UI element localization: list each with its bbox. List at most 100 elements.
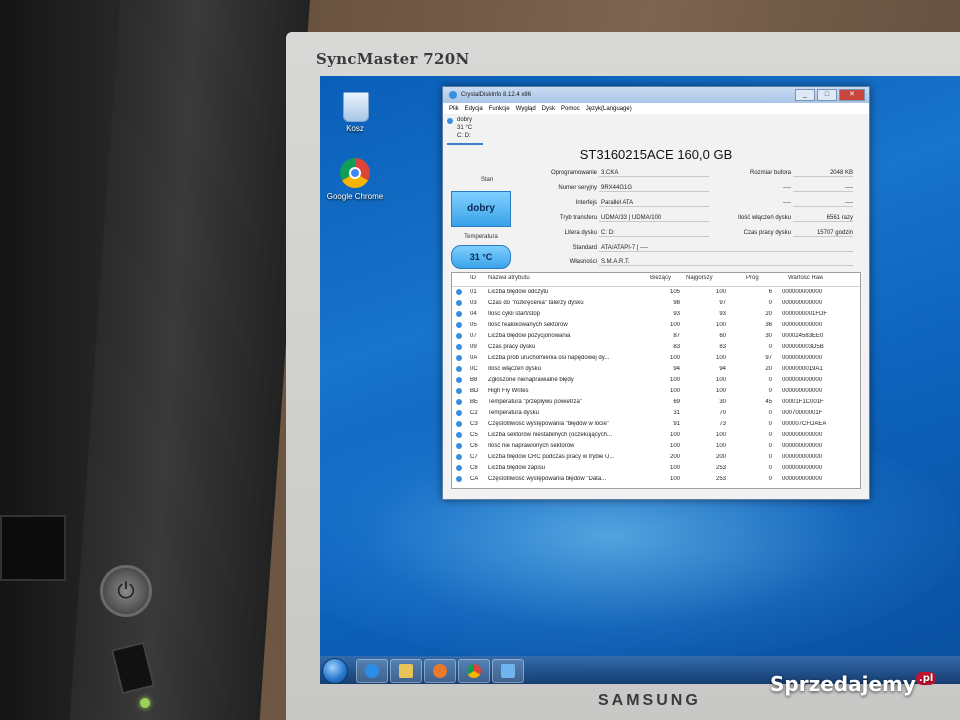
table-row[interactable]: 09 Czas pracy dysku 83 83 0 000000003D5B: [452, 342, 860, 353]
table-row[interactable]: C2 Temperatura dysku 31 70 0 00070000001F: [452, 408, 860, 419]
crystaldiskinfo-icon: [501, 664, 515, 678]
table-row[interactable]: 05 Ilość realokowanych sektorów 100 100 36 00…: [452, 320, 860, 331]
cell-worst: 200: [715, 454, 726, 460]
info-label: Własności: [569, 259, 597, 265]
table-row[interactable]: 04 Ilość cykli start/stop 93 93 20 0000000001…: [452, 309, 860, 320]
cell-id: B8: [470, 377, 478, 383]
menu-item-view[interactable]: Wygląd: [516, 106, 536, 112]
column-header-name[interactable]: Nazwa atrybutu: [488, 275, 530, 281]
cell-raw: 000000003D5B: [782, 344, 824, 350]
menu-item-edit[interactable]: Edycja: [465, 106, 483, 112]
cell-threshold: 20: [765, 366, 772, 372]
table-row[interactable]: C8 Liczba błędów zapisu 100 253 0 00000000000…: [452, 463, 860, 474]
menu-item-disk[interactable]: Dysk: [542, 106, 555, 112]
cell-raw: 000024583EE0: [782, 333, 824, 339]
table-row[interactable]: 07 Liczba błędów pozycjonowania 87 60 30 0000…: [452, 331, 860, 342]
cell-id: BE: [470, 399, 479, 405]
cell-raw: 000000000000: [782, 454, 823, 460]
minimize-button[interactable]: _: [795, 89, 815, 101]
health-dot-icon: [456, 476, 462, 482]
table-row[interactable]: C5 Liczba sektorów niestabilnych (oczekuj…: [452, 430, 860, 441]
taskbar-button-chrome[interactable]: [458, 659, 490, 683]
table-row[interactable]: 03 Czas do "rozkręcenia" talerzy dysku 98 9…: [452, 298, 860, 309]
table-row[interactable]: 01 Liczba błędów odczytu 105 100 6 0000000000…: [452, 287, 860, 298]
table-row[interactable]: 0C Ilość włączeń dysku 94 94 20 0000000019A1: [452, 364, 860, 375]
monitor-brand-label: SAMSUNG: [598, 692, 701, 709]
column-header-raw[interactable]: Wartość Raw: [788, 275, 823, 281]
desktop-icon-label: Google Chrome: [326, 192, 384, 201]
cell-id: CA: [470, 476, 479, 482]
cell-raw: 0000000019A1: [782, 366, 823, 372]
cell-worst: 83: [719, 344, 726, 350]
watermark: Sprzedajemy .pl: [770, 672, 937, 696]
column-header-worst[interactable]: Najgorszy: [686, 275, 713, 281]
taskbar-button-explorer[interactable]: [390, 659, 422, 683]
table-row[interactable]: C3 Częstotliwość występowania "błędów w l…: [452, 419, 860, 430]
cell-threshold: 45: [765, 399, 772, 405]
column-header-threshold[interactable]: Próg: [746, 275, 759, 281]
column-header-current[interactable]: Bieżący: [650, 275, 671, 281]
cell-raw: 000000000000: [782, 377, 823, 383]
table-row[interactable]: 0A Liczba prób uruchomienia osi napędowej…: [452, 353, 860, 364]
crystaldiskinfo-icon: [449, 91, 457, 99]
info-row-features: Własności S.M.A.R.T.: [443, 259, 869, 271]
window-controls: _ □ ✕: [795, 89, 865, 101]
info-label: Oprogramowanie: [550, 170, 597, 176]
table-row[interactable]: C7 Liczba błędów CRC podczas pracy w tryb…: [452, 452, 860, 463]
cell-raw: 000000000000: [782, 355, 823, 361]
info-label: Interfejs: [575, 200, 597, 206]
info-value: C: D:: [599, 230, 709, 237]
smart-table[interactable]: ID Nazwa atrybutu Bieżący Najgorszy Próg…: [451, 272, 861, 489]
table-row[interactable]: BD High Fly Writes 100 100 0 000000000000: [452, 386, 860, 397]
table-row[interactable]: C6 Ilość nie naprawionych sektorów 100 100 0…: [452, 441, 860, 452]
cell-worst: 60: [719, 333, 726, 339]
cell-name: Częstotliwość występowania błędów "Data.…: [488, 476, 607, 482]
cell-current: 98: [673, 300, 680, 306]
crystaldiskinfo-window: CrystalDiskInfo 8.12.4 x86 _ □ ✕ Plik Ed…: [442, 86, 870, 500]
power-button[interactable]: ⏻: [100, 565, 152, 617]
menu-item-language[interactable]: Język(Language): [586, 106, 632, 112]
monitor-model-label: SyncMaster 720N: [316, 50, 470, 68]
cell-id: 0A: [470, 355, 478, 361]
desktop-icon-label: Kosz: [346, 124, 364, 133]
cell-name: Ilość cykli start/stop: [488, 311, 541, 317]
cell-id: C6: [470, 443, 478, 449]
smart-table-body: 01 Liczba błędów odczytu 105 100 6 0000000000…: [452, 287, 860, 485]
table-row[interactable]: CA Częstotliwość występowania błędów "Dat…: [452, 474, 860, 485]
taskbar-button-media-player[interactable]: [424, 659, 456, 683]
cell-name: Ilość włączeń dysku: [488, 366, 542, 372]
maximize-button[interactable]: □: [817, 89, 837, 101]
cell-raw: 00001F1C001F: [782, 399, 824, 405]
info-value: 15707 godzin: [793, 230, 853, 237]
info-label: Ilość włączeń dysku: [737, 215, 791, 221]
info-label: Tryb transferu: [559, 215, 597, 221]
titlebar[interactable]: CrystalDiskInfo 8.12.4 x86 _ □ ✕: [443, 87, 869, 103]
cell-threshold: 6: [768, 289, 772, 295]
file-explorer-icon: [399, 664, 413, 678]
start-orb-icon[interactable]: [322, 658, 348, 684]
close-button[interactable]: ✕: [839, 89, 865, 101]
cell-raw: 0000000001FDF: [782, 311, 828, 317]
taskbar-button-crystaldiskinfo[interactable]: [492, 659, 524, 683]
desktop-icon-chrome[interactable]: Google Chrome: [320, 150, 390, 202]
cell-name: Zgłoszone nienaprawialne błędy: [488, 377, 574, 383]
cell-threshold: 0: [768, 432, 772, 438]
column-header-id[interactable]: ID: [470, 275, 476, 281]
cell-worst: 97: [719, 300, 726, 306]
table-row[interactable]: BE Temperatura "przepływu powietrza" 69 30 4…: [452, 397, 860, 408]
cell-name: Temperatura "przepływu powietrza": [488, 399, 582, 405]
cell-threshold: 0: [768, 377, 772, 383]
menu-item-functions[interactable]: Funkcje: [489, 106, 510, 112]
cell-threshold: 0: [768, 421, 772, 427]
cell-current: 93: [673, 311, 680, 317]
cell-worst: 253: [715, 465, 726, 471]
cell-current: 100: [669, 476, 680, 482]
menu-item-file[interactable]: Plik: [449, 106, 459, 112]
table-row[interactable]: B8 Zgłoszone nienaprawialne błędy 100 100 0 0…: [452, 375, 860, 386]
taskbar-button-ie[interactable]: [356, 659, 388, 683]
cell-id: C2: [470, 410, 478, 416]
disk-tab[interactable]: dobry 31 °C C: D:: [447, 117, 483, 145]
menu-item-help[interactable]: Pomoc: [561, 106, 580, 112]
cell-threshold: 97: [765, 355, 772, 361]
desktop-icon-recycle-bin[interactable]: Kosz: [320, 84, 390, 134]
